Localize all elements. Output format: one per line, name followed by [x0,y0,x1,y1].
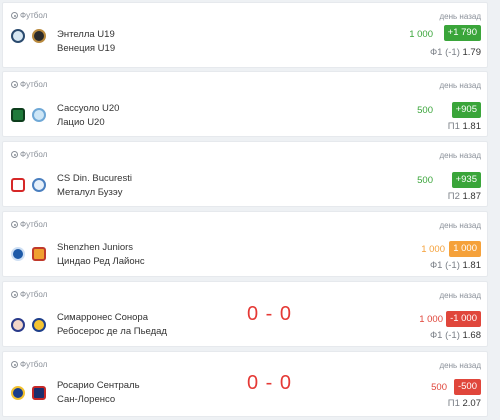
sport-name: Футбол [20,360,48,369]
match-teams[interactable]: Росарио Сентраль Сан-Лоренсо [57,379,140,407]
football-icon [11,291,18,298]
bet-market: П1 [447,398,460,409]
stake-amount: 1 000 [419,314,443,325]
team-home: CS Din. Bucuresti [57,173,132,184]
dinamo-crest-icon [11,178,25,192]
bet-market: Ф1 (-1) [429,330,460,341]
team-home: Росарио Сентраль [57,380,140,391]
sport-label: Футбол [11,80,47,89]
sassuolo-crest-icon [11,108,25,122]
bet-time: день назад [439,361,482,370]
result-badge: -500 [453,379,481,395]
bet-odds: 1.87 [462,191,482,202]
match-teams[interactable]: Сассуоло U20 Лацио U20 [57,102,119,130]
sport-name: Футбол [20,11,48,20]
bet-odds: 1.79 [462,47,482,58]
stake-amount: 1 000 [421,244,445,255]
bet-market: Ф1 (-1) [429,47,460,58]
metalul-crest-icon [32,178,46,192]
football-icon [11,151,18,158]
bet-market: Ф1 (-1) [429,260,460,271]
bet-time: день назад [439,12,482,21]
sport-label: Футбол [11,360,47,369]
football-icon [11,221,18,228]
bet-outcome: Ф1 (-1) 1.68 [430,330,481,341]
bet-history-list: Футбол день назад Энтелла U19 Венеция U1… [0,0,500,420]
stake-amount: 1 000 [409,29,433,40]
sport-label: Футбол [11,220,47,229]
result-badge: 1 000 [449,241,481,257]
bet-market: П2 [447,191,460,202]
bet-time: день назад [439,81,482,90]
result-badge: +1 790 [443,25,481,41]
result-badge: -1 000 [446,311,481,327]
bet-card[interactable]: Футбол день назад CS Din. Bucuresti Мета… [2,141,488,207]
team-away: Лацио U20 [57,117,105,128]
match-teams[interactable]: CS Din. Bucuresti Металул Бузэу [57,172,132,200]
sport-label: Футбол [11,11,47,20]
bet-market: П1 [447,121,460,132]
team-home: Сассуоло U20 [57,103,120,114]
team-home: Shenzhen Juniors [57,242,134,253]
team-away: Венеция U19 [57,43,116,54]
shenzhen-crest-icon [11,247,25,261]
cimarrones-crest-icon [11,318,25,332]
bet-time: день назад [439,221,482,230]
bet-card[interactable]: Футбол день назад Shenzhen Juniors Цинда… [2,211,488,277]
bet-odds: 1.81 [462,121,482,132]
qingdao-crest-icon [32,247,46,261]
stake-amount: 500 [431,382,447,393]
result-badge: +935 [451,172,481,188]
bet-card[interactable]: Футбол день назад Энтелла U19 Венеция U1… [2,2,488,68]
match-score: 0 - 0 [247,372,293,394]
bet-odds: 1.68 [462,330,482,341]
match-teams[interactable]: Симарронес Сонора Ребосерос де ла Пьедад [57,311,167,339]
result-badge: +905 [451,102,481,118]
football-icon [11,81,18,88]
sport-name: Футбол [20,80,48,89]
reboceros-crest-icon [32,318,46,332]
bet-time: день назад [439,151,482,160]
team-away: Ребосерос де ла Пьедад [57,326,167,337]
sport-label: Футбол [11,150,47,159]
sport-name: Футбол [20,220,48,229]
lazio-eagle-icon [32,108,46,122]
bet-outcome: П1 1.81 [448,121,481,132]
sport-name: Футбол [20,290,48,299]
bet-outcome: П2 1.87 [448,191,481,202]
bet-card[interactable]: Футбол день назад Симарронес Сонора Ребо… [2,281,488,347]
team-home: Энтелла U19 [57,29,115,40]
bet-odds: 2.07 [462,398,482,409]
team-away: Металул Бузэу [57,187,123,198]
san-lorenzo-crest-icon [32,386,46,400]
bet-outcome: П1 2.07 [448,398,481,409]
match-teams[interactable]: Shenzhen Juniors Циндао Ред Лайонс [57,241,145,269]
match-score: 0 - 0 [247,303,293,325]
rosario-central-crest-icon [11,386,25,400]
football-icon [11,361,18,368]
team-away: Сан-Лоренсо [57,394,116,405]
bet-card[interactable]: Футбол день назад Росарио Сентраль Сан-Л… [2,351,488,417]
team-away: Циндао Ред Лайонс [57,256,145,267]
bet-card[interactable]: Футбол день назад Сассуоло U20 Лацио U20… [2,71,488,137]
bet-odds: 1.81 [462,260,482,271]
match-teams[interactable]: Энтелла U19 Венеция U19 [57,28,115,56]
entella-crest-icon [11,29,25,43]
team-home: Симарронес Сонора [57,312,148,323]
bet-outcome: Ф1 (-1) 1.79 [430,47,481,58]
sport-name: Футбол [20,150,48,159]
sport-label: Футбол [11,290,47,299]
football-icon [11,12,18,19]
bet-time: день назад [439,291,482,300]
venezia-crest-icon [32,29,46,43]
stake-amount: 500 [417,105,433,116]
stake-amount: 500 [417,175,433,186]
bet-outcome: Ф1 (-1) 1.81 [430,260,481,271]
